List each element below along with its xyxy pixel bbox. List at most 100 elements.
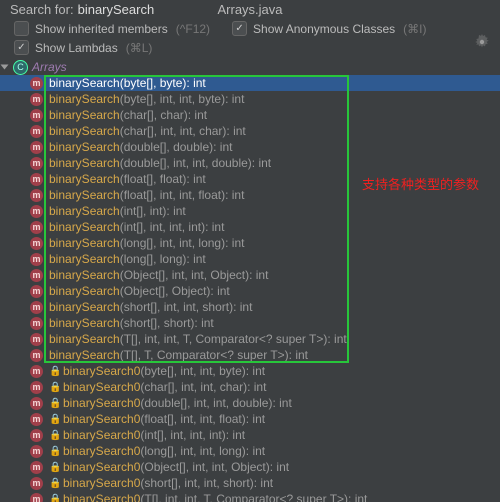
method-row[interactable]: mbinarySearch(T[], T, Comparator<? super… [0,347,500,363]
lock-icon: 🔒 [49,462,59,473]
method-signature: (double[], double): int [120,140,233,154]
method-signature: (char[], char): int [120,108,207,122]
search-label: Search for: [10,2,74,17]
checkbox-show-lambdas[interactable]: Show Lambdas (⌘L) [14,40,152,55]
method-name: binarySearch0 [63,396,140,410]
class-node[interactable]: C Arrays [0,59,500,75]
method-row[interactable]: m binarySearch(Object[], Object): int [0,283,500,299]
method-name: binarySearch [49,252,120,266]
search-value: binarySearch [78,2,155,17]
method-icon: m [30,333,43,346]
method-row[interactable]: mbinarySearch(long[], int, int, long): i… [0,235,500,251]
method-icon: m [30,429,43,442]
method-name: binarySearch [49,188,120,202]
checkbox-label: Show Lambdas [35,41,118,55]
method-name: binarySearch0 [63,492,140,502]
method-row[interactable]: m🔒binarySearch0(char[], int, int, char):… [0,379,500,395]
method-row[interactable]: mbinarySearch(byte[], int, int, byte): i… [0,91,500,107]
method-icon: m [30,285,43,298]
method-icon: m [30,381,43,394]
method-name: binarySearch [49,108,120,122]
lock-icon: 🔒 [49,446,59,457]
method-icon: m [30,109,43,122]
checkbox-show-anonymous[interactable]: Show Anonymous Classes (⌘I) [232,21,426,36]
method-signature: (byte[], int, int, byte): int [140,364,265,378]
method-signature: (float[], float): int [120,172,206,186]
checkbox-box [14,40,29,55]
method-row[interactable]: m🔒binarySearch0(int[], int, int, int): i… [0,427,500,443]
method-icon: m [30,269,43,282]
method-name: binarySearch0 [63,460,140,474]
method-row[interactable]: mbinarySearch(int[], int, int, int): int [0,219,500,235]
class-name: Arrays [32,60,67,74]
method-name: binarySearch0 [63,412,140,426]
method-row[interactable]: mbinarySearch(short[], int, int, short):… [0,299,500,315]
method-row[interactable]: mbinarySearch(T[], int, int, T, Comparat… [0,331,500,347]
method-row[interactable]: mbinarySearch(Object[], int, int, Object… [0,267,500,283]
method-list: mbinarySearch(byte[], byte): intmbinaryS… [0,75,500,502]
method-signature: (Object[], int, int, Object): int [140,460,289,474]
method-row[interactable]: mbinarySearch(int[], int): int [0,203,500,219]
lock-icon: 🔒 [49,414,59,425]
method-name: binarySearch [49,316,120,330]
method-row[interactable]: mbinarySearch(long[], long): int [0,251,500,267]
method-row[interactable]: mbinarySearch(char[], int, int, char): i… [0,123,500,139]
method-signature: (Object[], Object): int [120,284,230,298]
method-row[interactable]: m binarySearch(char[], char): int [0,107,500,123]
method-row[interactable]: m 🔒 binarySearch0(double[], int, int, doub… [0,395,500,411]
gear-icon[interactable] [474,34,490,53]
method-row[interactable]: mbinarySearch(short[], short): int [0,315,500,331]
checkbox-show-inherited[interactable]: Show inherited members (^F12) [14,21,210,36]
header: Search for: binarySearch Arrays.java Sho… [0,0,500,57]
lock-icon: 🔒 [49,478,59,489]
checkbox-label: Show Anonymous Classes [253,22,395,36]
method-name: binarySearch0 [63,364,140,378]
method-name: binarySearch [49,156,120,170]
options-row: Show inherited members (^F12) Show Anony… [10,19,490,38]
method-name: binarySearch [49,172,120,186]
checkbox-box [14,21,29,36]
method-row[interactable]: mbinarySearch(double[], double): int [0,139,500,155]
method-row[interactable]: m binarySearch(double[], int, int, double… [0,155,500,171]
title-row: Search for: binarySearch Arrays.java [10,2,490,19]
method-name: binarySearch [49,76,120,90]
method-row[interactable]: m🔒binarySearch0(float[], int, int, float… [0,411,500,427]
method-row[interactable]: m🔒binarySearch0(long[], int, int, long):… [0,443,500,459]
method-signature: (byte[], byte): int [120,76,206,90]
method-row[interactable]: mbinarySearch(float[], int, int, float):… [0,187,500,203]
method-name: binarySearch [49,204,120,218]
method-name: binarySearch [49,284,120,298]
method-signature: (T[], int, int, T, Comparator<? super T>… [140,492,367,502]
method-icon: m [30,461,43,474]
method-icon: m [30,93,43,106]
method-row[interactable]: mbinarySearch(float[], float): int [0,171,500,187]
lock-icon: 🔒 [49,398,59,409]
method-icon: m [30,205,43,218]
method-icon: m [30,157,43,170]
tree: C Arrays mbinarySearch(byte[], byte): in… [0,57,500,502]
method-row[interactable]: m 🔒 binarySearch0(Object[], int, int, Obje… [0,459,500,475]
method-row[interactable]: m🔒binarySearch0(byte[], int, int, byte):… [0,363,500,379]
method-signature: (short[], int, int, short): int [140,476,273,490]
checkbox-hint: (⌘I) [403,22,426,36]
method-icon: m [30,237,43,250]
method-name: binarySearch [49,348,120,362]
method-icon: m [30,221,43,234]
method-signature: (char[], int, int, char): int [120,124,246,138]
method-signature: (float[], int, int, float): int [140,412,265,426]
method-row[interactable]: mbinarySearch(byte[], byte): int [0,75,500,91]
method-signature: (double[], int, int, double): int [120,156,271,170]
method-name: binarySearch [49,332,120,346]
method-signature: (byte[], int, int, byte): int [120,92,245,106]
method-icon: m [30,493,43,502]
method-signature: (double[], int, int, double): int [140,396,291,410]
method-name: binarySearch0 [63,428,140,442]
lock-icon: 🔒 [49,382,59,393]
method-name: binarySearch0 [63,444,140,458]
method-icon: m [30,397,43,410]
method-row[interactable]: m🔒binarySearch0(short[], int, int, short… [0,475,500,491]
checkbox-hint: (⌘L) [126,41,153,55]
method-signature: (char[], int, int, char): int [140,380,266,394]
method-icon: m [30,365,43,378]
method-row[interactable]: m🔒binarySearch0(T[], int, int, T, Compar… [0,491,500,502]
